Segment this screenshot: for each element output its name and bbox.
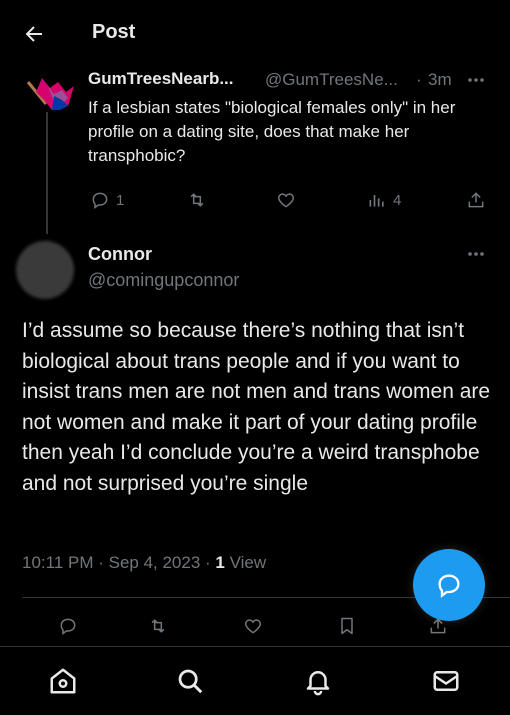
share-button[interactable] (466, 189, 486, 211)
view-count: 4 (393, 191, 402, 209)
heart-icon (276, 190, 296, 210)
repost-icon (148, 616, 168, 636)
author-display-name[interactable]: Connor (88, 244, 152, 265)
parent-avatar-flag-icon[interactable] (22, 70, 78, 120)
repost-icon (187, 190, 207, 210)
compose-reply-button[interactable] (413, 549, 485, 621)
back-arrow-icon[interactable] (22, 22, 46, 46)
home-icon[interactable] (48, 666, 78, 696)
author-avatar[interactable] (16, 241, 74, 299)
author-handle[interactable]: @comingupconnor (88, 270, 239, 291)
chat-bubble-icon (435, 571, 463, 599)
like-button[interactable] (243, 615, 263, 637)
parent-time[interactable]: 3m (428, 70, 452, 90)
messages-envelope-icon[interactable] (431, 666, 461, 696)
top-bar: Post (0, 0, 510, 62)
notifications-bell-icon[interactable] (303, 666, 333, 696)
post-view-count: 1 (215, 553, 225, 572)
repost-button[interactable] (187, 189, 207, 211)
page-title: Post (92, 21, 136, 43)
more-options-icon[interactable] (466, 70, 486, 90)
post-timestamp[interactable]: 10:11 PM · Sep 4, 2023 · (22, 553, 215, 572)
post-meta: 10:11 PM · Sep 4, 2023 · 1 View (22, 553, 266, 573)
reply-button[interactable]: 1 (90, 189, 124, 211)
reply-icon (58, 616, 78, 636)
parent-handle[interactable]: @GumTreesNe... (265, 70, 398, 90)
thread-connector-line (46, 112, 48, 234)
search-icon[interactable] (175, 666, 205, 696)
parent-display-name[interactable]: GumTreesNearb... (88, 69, 234, 89)
reply-icon (90, 190, 110, 210)
bookmark-button[interactable] (337, 615, 357, 637)
view-label: View (224, 553, 267, 572)
like-button[interactable] (276, 189, 296, 211)
repost-button[interactable] (148, 615, 168, 637)
analytics-icon (367, 190, 387, 210)
bottom-navigation (0, 646, 510, 715)
parent-post-text: If a lesbian states "biological females … (88, 98, 456, 165)
post-text: I’d assume so because there’s nothing th… (22, 319, 491, 495)
bookmark-icon (337, 616, 357, 636)
reply-button[interactable] (58, 615, 78, 637)
views-button[interactable]: 4 (367, 189, 401, 211)
separator-dot: · (416, 70, 422, 89)
share-icon (466, 190, 486, 210)
reply-count: 1 (116, 191, 125, 209)
heart-icon (243, 616, 263, 636)
more-options-icon[interactable] (466, 244, 486, 264)
